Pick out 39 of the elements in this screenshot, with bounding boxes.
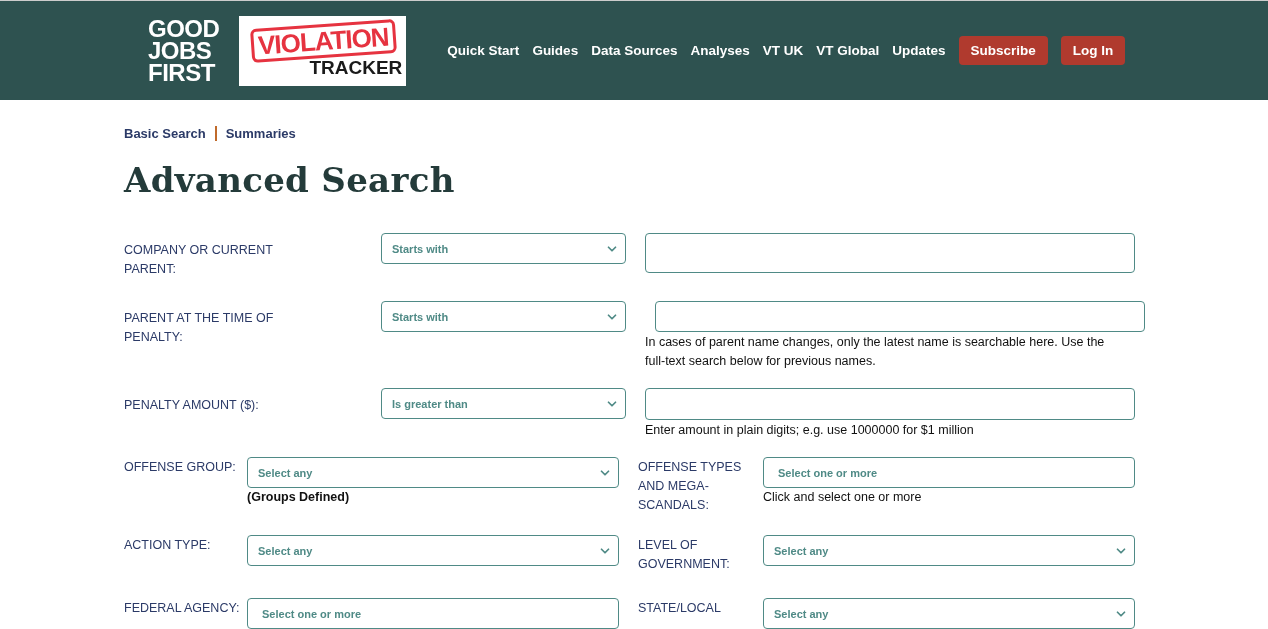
multi-select-field[interactable]: Select one or more — [247, 598, 619, 629]
nav-button[interactable]: Subscribe — [958, 36, 1048, 65]
field-label: FEDERAL AGENCY: — [124, 600, 241, 617]
field-label: STATE/LOCAL — [638, 600, 722, 617]
dropdown[interactable]: Select any — [763, 598, 1135, 629]
nav-button[interactable]: Log In — [1060, 36, 1126, 65]
dropdown[interactable]: Starts with — [381, 233, 626, 264]
nav-link[interactable]: Guides — [532, 43, 579, 58]
tracker-logo[interactable]: VIOLATION TRACKER — [239, 15, 407, 86]
field-label: ACTION TYPE: — [124, 537, 212, 554]
logo[interactable]: GOOD JOBS FIRST — [148, 17, 220, 84]
input-field[interactable] — [645, 388, 1135, 420]
hint-text: Enter amount in plain digits; e.g. use 1000000 for $1 million — [645, 422, 975, 439]
nav-link[interactable]: VT UK — [762, 43, 804, 58]
nav-link[interactable]: VT Global — [816, 43, 880, 58]
field-label: PARENT AT THE TIME OF PENALTY: — [124, 310, 275, 346]
field-label: LEVEL OF GOVERNMENT: — [638, 537, 731, 573]
dropdown[interactable]: Select any — [763, 535, 1135, 566]
page-title: Advanced Search — [124, 160, 456, 200]
input-field[interactable] — [645, 233, 1135, 273]
dropdown[interactable]: Select any — [247, 535, 619, 566]
hint-text: In cases of parent name changes, only the latest name is searchable here. Use the full-text search below for previous names. — [645, 334, 1106, 370]
nav-link[interactable]: Quick Start — [447, 43, 520, 58]
nav-link[interactable]: Data Sources — [591, 43, 678, 58]
nav-link[interactable]: Analyses — [690, 43, 750, 58]
field-label: OFFENSE GROUP: — [124, 459, 237, 476]
breadcrumb-link[interactable]: Basic Search — [124, 126, 206, 141]
field-note: Click and select one or more — [763, 490, 923, 504]
input-field[interactable] — [655, 301, 1145, 332]
field-label: PENALTY AMOUNT ($): — [124, 397, 260, 414]
field-label: COMPANY OR CURRENT PARENT: — [124, 242, 274, 278]
dropdown[interactable]: Select any — [247, 457, 619, 488]
field-label: OFFENSE TYPES AND MEGA-SCANDALS: — [638, 459, 743, 514]
dropdown[interactable]: Starts with — [381, 301, 626, 332]
field-note: (Groups Defined) — [247, 490, 351, 504]
nav-link[interactable]: Updates — [892, 43, 946, 58]
dropdown[interactable]: Is greater than — [381, 388, 626, 419]
multi-select-field[interactable]: Select one or more — [763, 457, 1135, 488]
breadcrumb-link[interactable]: Summaries — [225, 126, 296, 141]
